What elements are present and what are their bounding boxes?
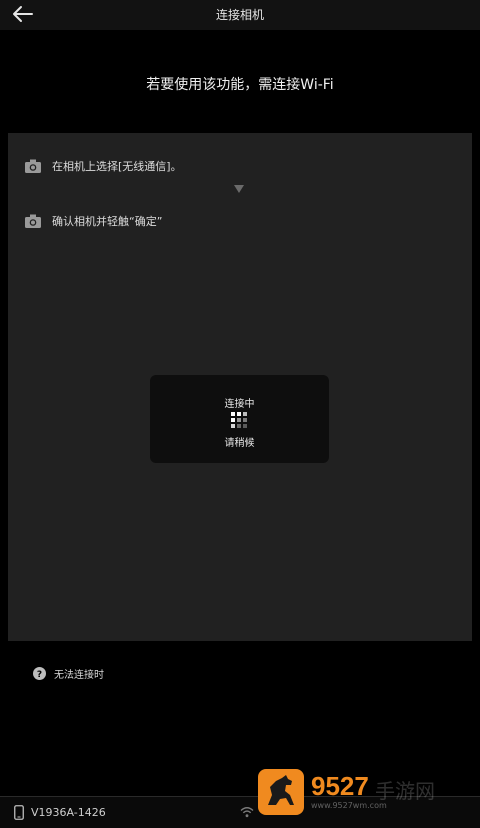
step-label: 确认相机并轻触“确定” xyxy=(52,215,163,228)
please-wait-text: 请稍候 xyxy=(224,438,255,449)
loading-spinner-icon xyxy=(231,412,247,428)
site-watermark: 9527 手游网 www.9527wm.com xyxy=(258,769,448,815)
horse-logo-icon xyxy=(258,769,304,815)
connecting-status: 连接中 xyxy=(224,399,255,410)
step-confirm-camera: 确认相机并轻触“确定” xyxy=(24,212,162,230)
help-icon: ? xyxy=(33,667,46,680)
down-arrow-icon xyxy=(234,185,244,193)
phone-icon xyxy=(14,805,24,820)
watermark-url: www.9527wm.com xyxy=(311,801,387,810)
app-header: 连接相机 xyxy=(0,0,480,30)
wifi-icon xyxy=(240,807,254,818)
camera-icon xyxy=(25,214,41,228)
step-select-wireless: 在相机上选择[无线通信]。 xyxy=(24,157,182,175)
cannot-connect-link[interactable]: ? 无法连接时 xyxy=(33,666,104,681)
page-title: 连接相机 xyxy=(215,8,264,22)
help-label: 无法连接时 xyxy=(54,670,104,681)
device-name: V1936A-1426 xyxy=(31,806,106,819)
connecting-dialog: 连接中 请稍候 xyxy=(150,375,329,463)
svg-text:?: ? xyxy=(37,670,42,680)
watermark-brand: 9527 xyxy=(311,771,369,801)
step-label: 在相机上选择[无线通信]。 xyxy=(52,160,182,173)
wifi-requirement-text: 若要使用该功能，需连接Wi-Fi xyxy=(146,77,334,93)
instructions-panel: 在相机上选择[无线通信]。 确认相机并轻触“确定” 连接中 请稍候 xyxy=(8,133,472,641)
watermark-brand-suffix: 手游网 xyxy=(375,779,435,803)
camera-icon xyxy=(25,159,41,173)
